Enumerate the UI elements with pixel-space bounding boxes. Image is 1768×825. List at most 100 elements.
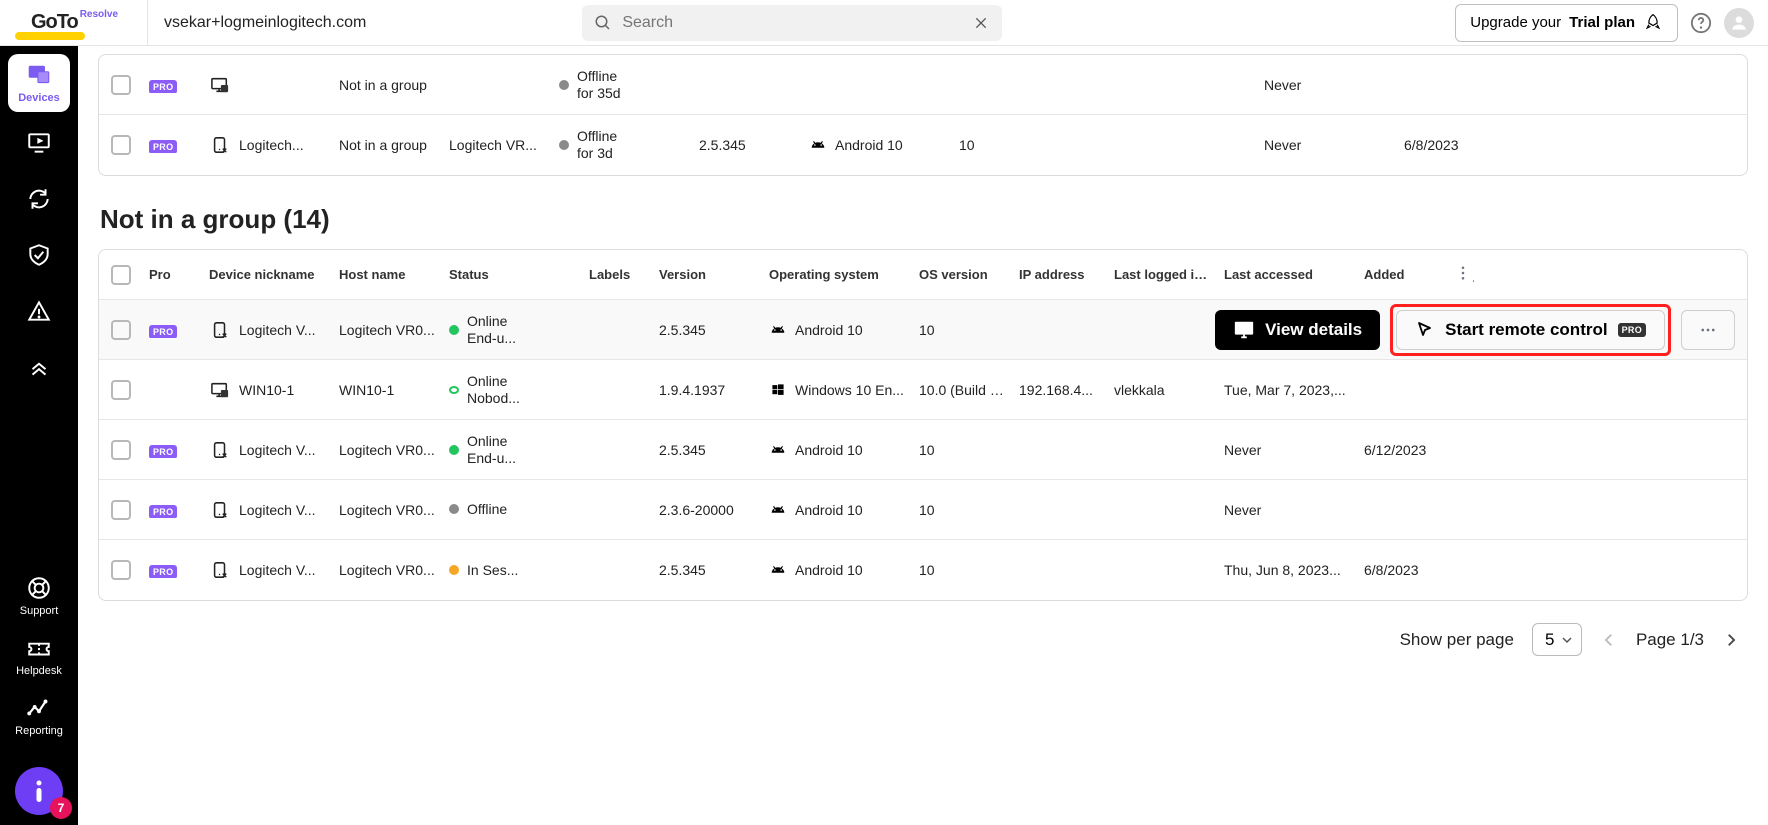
status-dot (449, 504, 459, 514)
cell-host: Logitech VR0... (339, 562, 449, 578)
cell-accessed: Never (1264, 137, 1404, 153)
table-row[interactable]: WIN10-1 WIN10-1 OnlineNobod... 1.9.4.193… (99, 360, 1747, 420)
col-osv[interactable]: OS version (919, 267, 1019, 282)
upgrade-button[interactable]: Upgrade your Trial plan (1455, 4, 1678, 42)
start-remote-button[interactable]: Start remote control PRO (1396, 310, 1665, 350)
mobile-icon (209, 136, 231, 154)
cell-osversion: 10 (919, 502, 1019, 518)
cell-os: Android 10 (769, 562, 919, 578)
cursor-icon (1415, 320, 1435, 340)
pro-badge: PRO (149, 445, 177, 458)
row-checkbox[interactable] (111, 75, 131, 95)
col-user[interactable]: Last logged in user (1114, 267, 1224, 282)
help-icon[interactable] (1690, 12, 1712, 34)
cell-nickname: Logitech V... (209, 501, 339, 519)
pc-icon (209, 381, 231, 399)
pro-badge: PRO (149, 505, 177, 518)
cell-nickname: Logitech... (209, 136, 339, 154)
cell-pro: PRO (149, 137, 209, 153)
top-device-table: PRO Not in a group Offlinefor 35d Never … (98, 54, 1748, 176)
row-more-button[interactable] (1681, 310, 1735, 350)
highlighted-action: Start remote control PRO (1390, 304, 1671, 356)
prev-page[interactable] (1600, 631, 1618, 649)
windows-icon (769, 383, 787, 397)
cell-nickname: Logitech V... (209, 561, 339, 579)
table-row[interactable]: PRO Logitech V... Logitech VR0... Offlin… (99, 480, 1747, 540)
per-page-select[interactable]: 5 (1532, 623, 1582, 656)
col-nick[interactable]: Device nickname (209, 267, 339, 282)
row-checkbox[interactable] (111, 500, 131, 520)
sidebar-item-helpdesk[interactable]: Helpdesk (8, 635, 70, 677)
search-box[interactable] (582, 5, 1002, 41)
cell-host: WIN10-1 (339, 382, 449, 398)
table-options[interactable] (1454, 264, 1474, 285)
sidebar-item-remote[interactable] (8, 130, 70, 160)
sidebar-item-devices[interactable]: Devices (8, 54, 70, 112)
row-checkbox[interactable] (111, 440, 131, 460)
cell-host: Not in a group (339, 77, 449, 93)
cell-nickname: WIN10-1 (209, 381, 339, 399)
cell-status: Offline (449, 501, 589, 518)
table-row[interactable]: PRO Logitech V... Logitech VR0... In Ses… (99, 540, 1747, 600)
sidebar-item-reporting[interactable]: Reporting (8, 695, 70, 737)
cell-status: OnlineNobod... (449, 373, 589, 407)
sidebar-item-support[interactable]: Support (8, 575, 70, 617)
chart-icon (26, 695, 52, 721)
sidebar-collapse[interactable] (8, 354, 70, 384)
view-details-button[interactable]: View details (1215, 310, 1380, 350)
cell-host: Logitech VR0... (339, 322, 449, 338)
row-checkbox[interactable] (111, 380, 131, 400)
col-acc[interactable]: Last accessed (1224, 267, 1364, 282)
search-icon (594, 14, 612, 32)
clear-search-icon[interactable] (972, 15, 990, 31)
brand-text: GoTo (31, 11, 78, 34)
col-os[interactable]: Operating system (769, 267, 919, 282)
col-ver[interactable]: Version (659, 267, 769, 282)
cell-label: Logitech VR... (449, 137, 559, 153)
col-add[interactable]: Added (1364, 267, 1454, 282)
col-ip[interactable]: IP address (1019, 267, 1114, 282)
row-checkbox[interactable] (111, 135, 131, 155)
cell-version: 2.5.345 (659, 562, 769, 578)
pc-icon (209, 76, 231, 94)
left-sidebar: Devices Support (0, 46, 78, 825)
page-indicator: Page 1/3 (1636, 630, 1704, 650)
cell-pro: PRO (149, 442, 209, 458)
status-dot (449, 386, 459, 394)
pro-badge: PRO (149, 80, 177, 93)
table-row[interactable]: PRO Not in a group Offlinefor 35d Never (99, 55, 1747, 115)
cell-osversion: 10 (959, 137, 1059, 153)
cell-osversion: 10 (919, 322, 1019, 338)
col-lbl[interactable]: Labels (589, 267, 659, 282)
search-input[interactable] (612, 13, 972, 33)
col-pro[interactable]: Pro (149, 267, 209, 282)
table-row[interactable]: PRO Logitech V... Logitech VR0... Online… (99, 300, 1747, 360)
cell-status: OnlineEnd-u... (449, 313, 589, 347)
sidebar-item-security[interactable] (8, 242, 70, 272)
table-row[interactable]: PRO Logitech V... Logitech VR0... Online… (99, 420, 1747, 480)
col-stat[interactable]: Status (449, 267, 589, 282)
cell-osversion: 10 (919, 442, 1019, 458)
shield-icon (26, 242, 52, 268)
user-avatar[interactable] (1724, 8, 1754, 38)
table-row[interactable]: PRO Logitech... Not in a group Logitech … (99, 115, 1747, 175)
cell-accessed: Never (1224, 442, 1364, 458)
cell-added: 6/8/2023 (1364, 562, 1454, 578)
row-checkbox[interactable] (111, 560, 131, 580)
cell-version: 1.9.4.1937 (659, 382, 769, 398)
cell-os: Android 10 (769, 322, 919, 338)
row-checkbox[interactable] (111, 320, 131, 340)
cell-user: vlekkala (1114, 382, 1224, 398)
next-page[interactable] (1722, 631, 1740, 649)
select-all-checkbox[interactable] (111, 265, 131, 285)
android-icon (809, 138, 827, 152)
col-host[interactable]: Host name (339, 267, 449, 282)
cell-added: 6/12/2023 (1364, 442, 1454, 458)
status-dot (559, 140, 569, 150)
sidebar-item-alerts[interactable] (8, 298, 70, 328)
cell-ip: 192.168.4... (1019, 382, 1114, 398)
brand-logo[interactable]: GoToResolve (0, 0, 147, 46)
cell-pro: PRO (149, 322, 209, 338)
sidebar-item-updates[interactable] (8, 186, 70, 216)
person-icon (1729, 13, 1749, 33)
